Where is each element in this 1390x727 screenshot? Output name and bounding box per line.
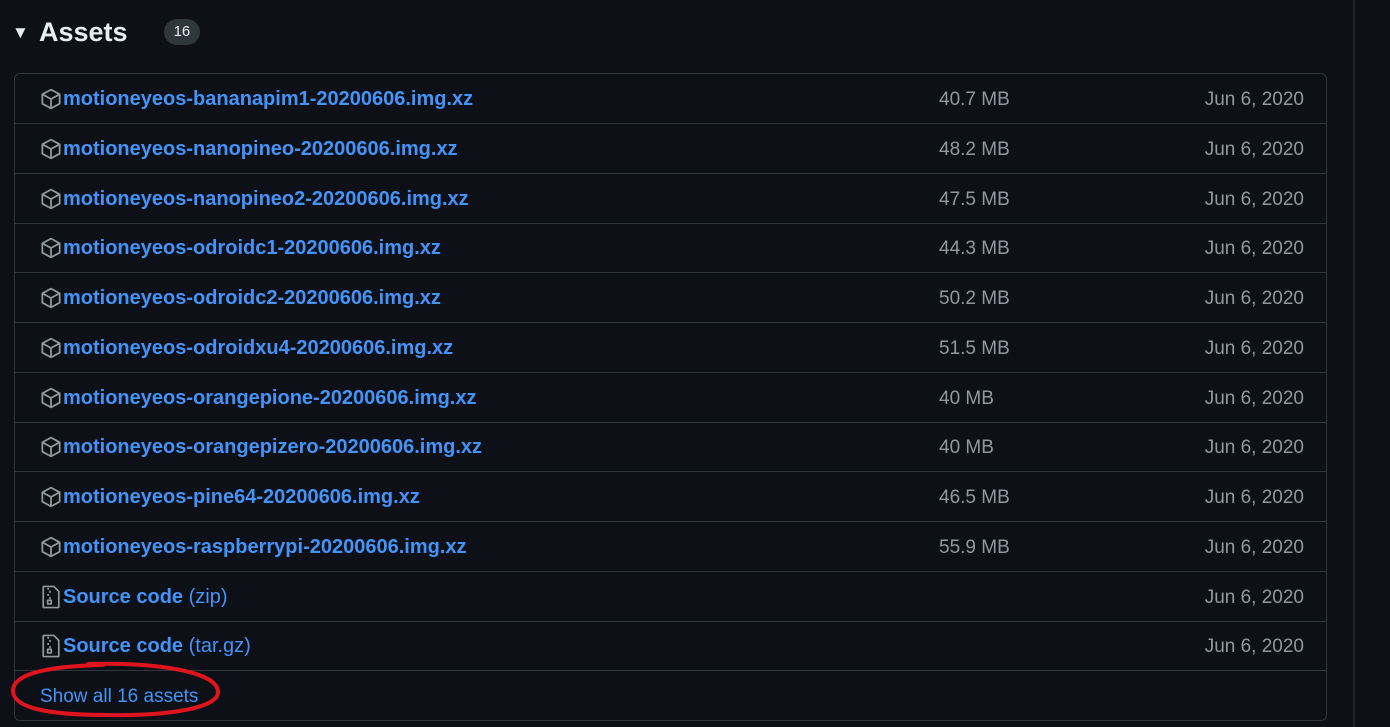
assets-header: ▼ Assets 16: [12, 10, 201, 54]
asset-format-suffix[interactable]: (zip): [183, 586, 228, 608]
asset-size: 46.5 MB: [939, 487, 1010, 508]
asset-size: 40.7 MB: [939, 89, 1010, 110]
asset-size: 55.9 MB: [939, 536, 1010, 558]
asset-date: Jun 6, 2020: [1204, 586, 1304, 608]
assets-title[interactable]: Assets: [39, 17, 128, 48]
red-annotation-circle: [10, 661, 221, 718]
asset-size: 50.2 MB: [939, 288, 1010, 309]
package-icon: [39, 286, 63, 310]
asset-date: Jun 6, 2020: [1204, 387, 1304, 409]
file-zip-icon: [39, 585, 63, 609]
asset-row: motioneyeos-nanopineo-20200606.img.xz 48.…: [15, 124, 1326, 174]
package-icon: [39, 535, 63, 559]
asset-link[interactable]: motioneyeos-raspberrypi-20200606.img.xz: [63, 536, 467, 559]
package-icon: [39, 485, 63, 509]
package-icon: [39, 87, 63, 111]
asset-date: Jun 6, 2020: [1204, 636, 1304, 658]
asset-size: 48.2 MB: [939, 138, 1010, 160]
page-divider: [1353, 0, 1355, 727]
asset-date: Jun 6, 2020: [1204, 188, 1304, 210]
asset-link[interactable]: motioneyeos-odroidc1-20200606.img.xz: [63, 237, 441, 260]
asset-link[interactable]: motioneyeos-odroidxu4-20200606.img.xz: [63, 337, 453, 360]
asset-row: motioneyeos-bananapim1-20200606.img.xz 40…: [15, 74, 1326, 124]
asset-date: Jun 6, 2020: [1204, 238, 1304, 260]
asset-date: Jun 6, 2020: [1204, 487, 1304, 508]
package-icon: [39, 187, 63, 211]
asset-link[interactable]: Source code (zip): [63, 586, 228, 609]
package-icon: [39, 435, 63, 459]
asset-row: motioneyeos-odroidc1-20200606.img.xz 44.3…: [15, 223, 1326, 274]
asset-row: motioneyeos-pine64-20200606.img.xz 46.5 M…: [15, 472, 1326, 522]
asset-row: motioneyeos-raspberrypi-20200606.img.xz 5…: [15, 522, 1326, 572]
asset-format-suffix[interactable]: (tar.gz): [183, 635, 251, 657]
assets-count-badge: 16: [163, 19, 201, 45]
asset-date: Jun 6, 2020: [1204, 437, 1304, 459]
asset-date: Jun 6, 2020: [1204, 536, 1304, 558]
asset-date: Jun 6, 2020: [1204, 288, 1304, 309]
package-icon: [39, 137, 63, 161]
asset-row: motioneyeos-orangepizero-20200606.img.xz…: [15, 422, 1326, 473]
package-icon: [39, 336, 63, 360]
asset-link[interactable]: Source code (tar.gz): [63, 635, 251, 658]
caret-down-icon[interactable]: ▼: [12, 24, 32, 41]
asset-size: 40 MB: [939, 437, 994, 459]
asset-link[interactable]: motioneyeos-odroidc2-20200606.img.xz: [63, 287, 441, 310]
asset-date: Jun 6, 2020: [1204, 89, 1304, 110]
asset-size: 44.3 MB: [939, 238, 1010, 260]
asset-row: motioneyeos-odroidxu4-20200606.img.xz 51.…: [15, 323, 1326, 373]
assets-list: Show all 16 assets motioneyeos-bananapim…: [14, 73, 1327, 721]
file-zip-icon: [39, 634, 63, 658]
asset-date: Jun 6, 2020: [1204, 138, 1304, 160]
asset-row: motioneyeos-orangepione-20200606.img.xz 4…: [15, 373, 1326, 423]
asset-row: motioneyeos-nanopineo2-20200606.img.xz 47…: [15, 174, 1326, 224]
asset-link[interactable]: motioneyeos-bananapim1-20200606.img.xz: [63, 88, 473, 111]
asset-size: 40 MB: [939, 387, 994, 409]
package-icon: [39, 236, 63, 260]
asset-link[interactable]: motioneyeos-nanopineo2-20200606.img.xz: [63, 188, 469, 211]
asset-link[interactable]: motioneyeos-orangepione-20200606.img.xz: [63, 387, 476, 410]
asset-link[interactable]: motioneyeos-orangepizero-20200606.img.xz: [63, 436, 482, 459]
asset-link[interactable]: motioneyeos-pine64-20200606.img.xz: [63, 486, 420, 509]
asset-size: 47.5 MB: [939, 188, 1010, 210]
asset-date: Jun 6, 2020: [1204, 337, 1304, 359]
asset-link[interactable]: motioneyeos-nanopineo-20200606.img.xz: [63, 138, 458, 161]
asset-size: 51.5 MB: [939, 337, 1010, 359]
asset-row: motioneyeos-odroidc2-20200606.img.xz 50.2…: [15, 273, 1326, 323]
asset-row: Source code (zip) Jun 6, 2020: [15, 572, 1326, 622]
package-icon: [39, 386, 63, 410]
